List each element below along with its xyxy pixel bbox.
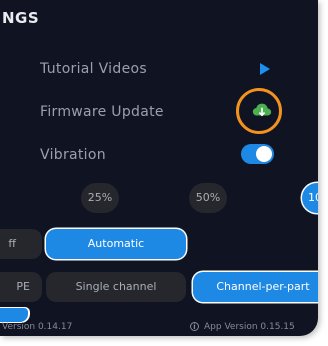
off-button[interactable]: ff [0,229,42,259]
toggle-knob [256,146,272,162]
app-version: App Version 0.15.15 [204,322,295,332]
info-icon: i [190,322,199,331]
level-100-button[interactable]: 100% [302,183,318,213]
page-title: NGS [2,9,40,27]
vibration-label: Vibration [40,147,106,163]
settings-panel: NGS Tutorial Videos Firmware Update Vibr… [0,0,318,336]
automatic-button[interactable]: Automatic [46,229,186,259]
single-channel-button[interactable]: Single channel [46,272,186,302]
play-icon[interactable] [260,63,270,75]
cloud-download-icon[interactable] [251,99,273,121]
level-25-button[interactable]: 25% [81,183,119,213]
screen: NGS Tutorial Videos Firmware Update Vibr… [0,0,328,346]
pe-button[interactable]: PE [0,272,42,302]
vibration-toggle[interactable] [241,144,274,164]
firmware-version: Version 0.14.17 [2,322,73,332]
channel-per-part-button[interactable]: Channel-per-part [193,272,318,302]
partial-selected-button[interactable] [0,308,28,322]
tutorial-videos-label[interactable]: Tutorial Videos [40,61,147,77]
level-50-button[interactable]: 50% [189,183,227,213]
firmware-update-label[interactable]: Firmware Update [40,104,164,120]
